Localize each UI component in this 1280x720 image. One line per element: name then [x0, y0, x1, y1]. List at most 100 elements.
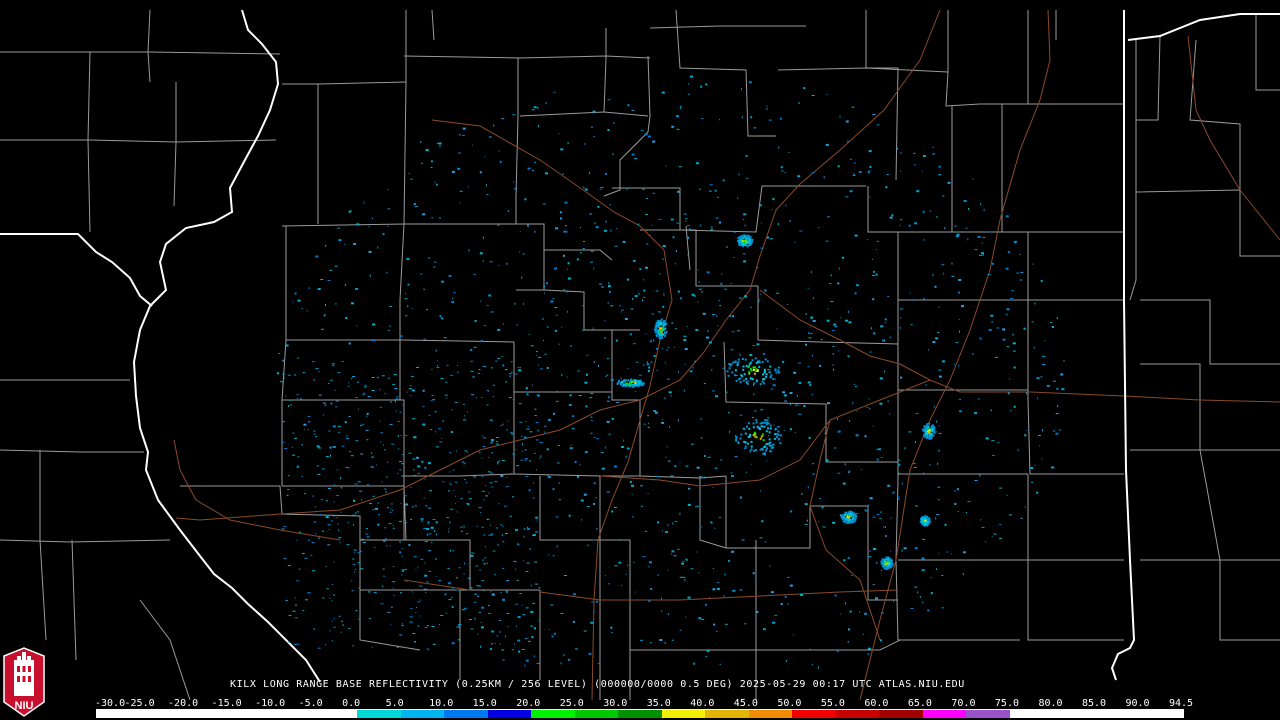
radar-echo	[978, 397, 980, 400]
radar-echo	[387, 189, 389, 190]
radar-echo	[409, 621, 413, 623]
radar-echo	[375, 507, 378, 510]
radar-echo	[667, 460, 671, 462]
radar-echo	[486, 304, 489, 306]
color-scale-segment	[313, 710, 358, 718]
radar-echo	[569, 447, 573, 450]
radar-echo	[527, 167, 531, 170]
radar-echo	[425, 627, 428, 629]
radar-echo	[294, 437, 297, 439]
radar-echo	[884, 526, 886, 528]
radar-echo	[765, 430, 768, 433]
radar-echo	[526, 428, 530, 430]
radar-echo	[547, 418, 551, 421]
radar-echo	[290, 404, 293, 406]
radar-echo	[853, 513, 856, 516]
radar-echo	[282, 373, 285, 376]
radar-echo	[518, 650, 521, 653]
radar-echo	[737, 442, 740, 444]
radar-echo	[435, 183, 438, 186]
radar-echo	[633, 343, 636, 345]
radar-echo	[484, 156, 486, 158]
radar-echo	[764, 289, 767, 292]
radar-echo	[524, 459, 527, 461]
radar-echo	[479, 252, 483, 255]
radar-echo	[872, 298, 875, 301]
radar-echo	[864, 510, 868, 512]
radar-echo	[563, 654, 565, 656]
radar-echo	[809, 648, 811, 650]
radar-echo	[614, 245, 618, 247]
radar-echo	[710, 228, 713, 231]
radar-echo	[707, 330, 709, 333]
county-boundary	[282, 81, 407, 85]
radar-echo	[295, 604, 297, 606]
radar-echo	[605, 220, 607, 223]
radar-echo	[480, 339, 483, 342]
radar-echo	[763, 628, 766, 631]
highway	[173, 439, 341, 541]
radar-echo	[680, 297, 683, 300]
radar-echo	[636, 361, 639, 363]
scale-label: 35.0	[646, 698, 671, 709]
radar-echo	[886, 567, 889, 570]
radar-echo	[861, 469, 863, 470]
radar-echo	[798, 362, 802, 364]
radar-echo	[804, 503, 808, 506]
radar-echo	[538, 356, 541, 358]
county-boundary	[1255, 14, 1280, 91]
radar-echo	[1009, 514, 1013, 516]
scale-label: 85.0	[1081, 698, 1107, 709]
radar-echo	[527, 526, 528, 528]
radar-echo	[457, 624, 459, 626]
radar-echo	[590, 621, 594, 624]
radar-echo	[643, 364, 645, 367]
radar-echo	[454, 495, 456, 497]
scale-label: -5.0	[298, 698, 323, 709]
radar-echo	[425, 592, 427, 594]
radar-echo	[389, 305, 393, 307]
radar-echo	[632, 379, 635, 382]
radar-echo	[848, 321, 852, 324]
radar-echo	[751, 417, 754, 418]
radar-echo	[415, 569, 417, 571]
radar-echo	[341, 445, 345, 447]
county-boundary	[71, 539, 77, 661]
radar-echo	[517, 543, 520, 545]
radar-echo	[657, 574, 659, 576]
radar-echo	[561, 326, 563, 328]
radar-echo	[942, 195, 945, 197]
radar-echo	[545, 102, 547, 105]
radar-echo	[845, 319, 849, 322]
radar-echo	[504, 505, 507, 507]
radar-echo	[832, 521, 836, 524]
radar-echo	[712, 390, 715, 392]
radar-echo	[991, 321, 993, 323]
radar-echo	[308, 592, 311, 594]
radar-echo	[449, 483, 452, 485]
county-boundary	[723, 341, 898, 463]
radar-echo	[390, 503, 393, 505]
radar-echo	[745, 377, 748, 380]
radar-echo	[594, 222, 596, 225]
radar-echo	[910, 324, 913, 326]
radar-echo	[679, 576, 683, 578]
radar-echo	[692, 366, 694, 369]
county-boundary	[180, 485, 283, 515]
radar-echo	[848, 516, 851, 519]
radar-echo	[925, 429, 928, 432]
radar-echo	[659, 327, 661, 330]
radar-echo	[928, 349, 929, 351]
radar-echo	[421, 460, 424, 463]
radar-echo	[470, 554, 474, 557]
radar-echo	[699, 224, 701, 227]
radar-echo	[748, 372, 751, 375]
radar-echo	[482, 627, 484, 629]
radar-echo	[772, 446, 775, 449]
radar-echo	[922, 601, 924, 604]
radar-echo	[665, 330, 668, 333]
radar-echo	[621, 309, 625, 311]
radar-echo	[404, 646, 407, 648]
radar-echo	[411, 307, 413, 309]
radar-echo	[452, 469, 455, 471]
